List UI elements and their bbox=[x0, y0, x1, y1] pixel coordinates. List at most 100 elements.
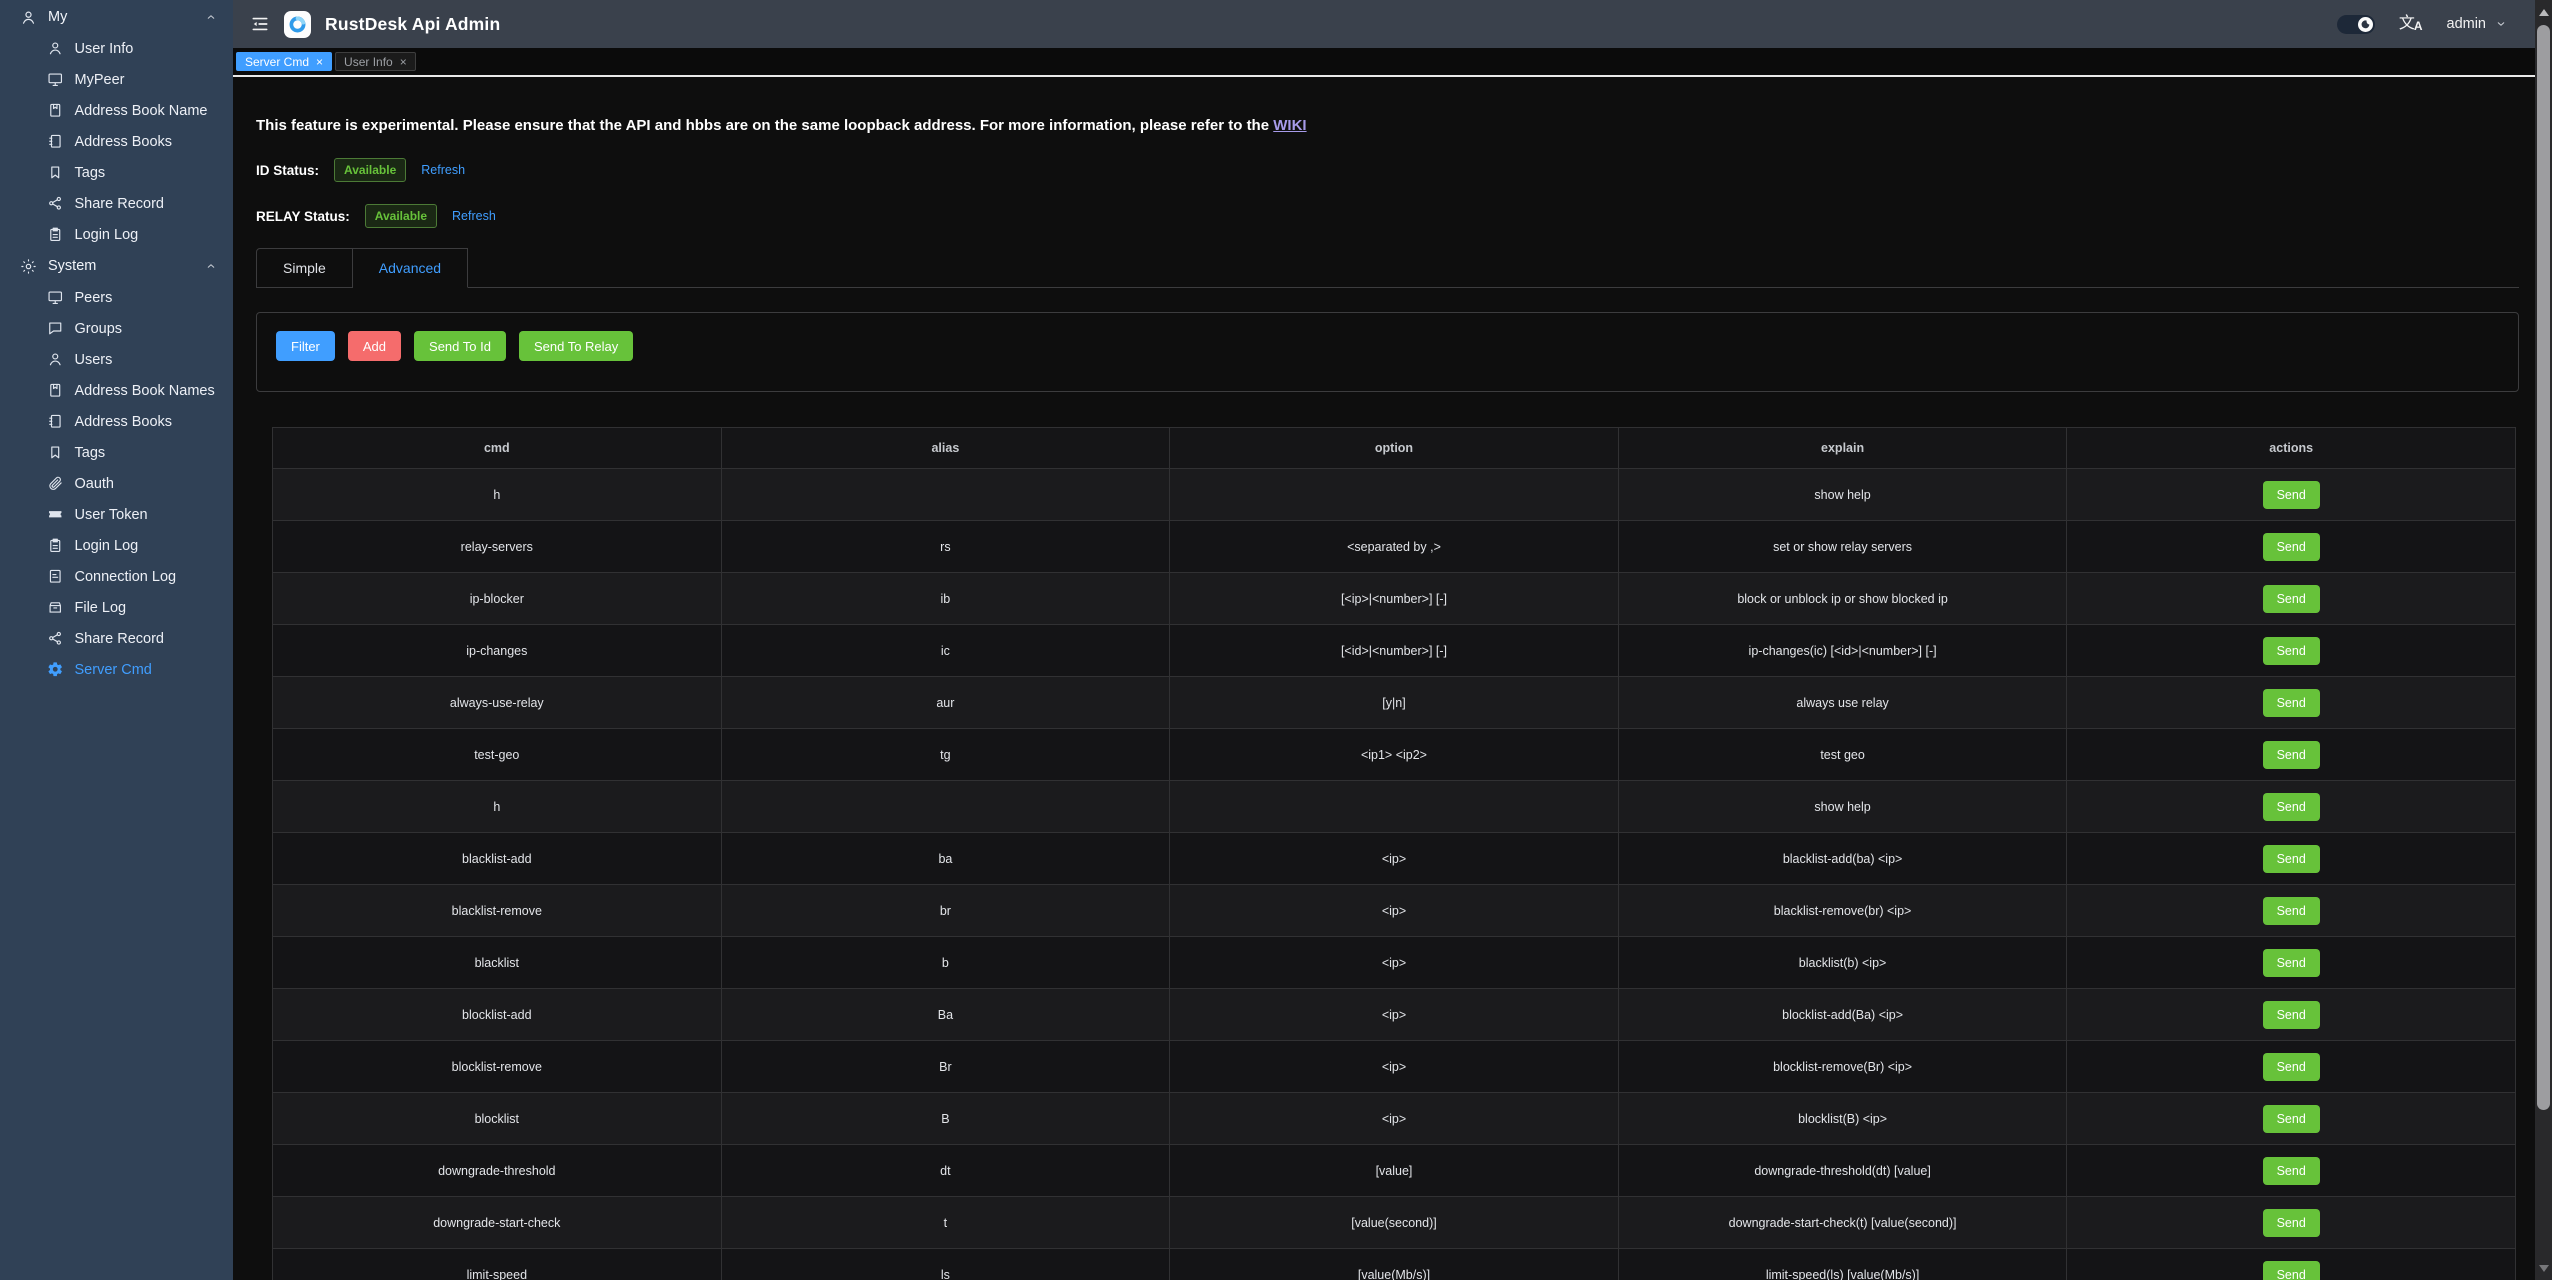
sidebar-item-label: Login Log bbox=[75, 227, 139, 243]
sidebar-item-share-record[interactable]: Share Record bbox=[0, 188, 233, 219]
bookmark-icon bbox=[47, 164, 64, 181]
sidebar-item-user-info[interactable]: User Info bbox=[0, 33, 233, 64]
cell-explain: blacklist-remove(br) <ip> bbox=[1618, 885, 2067, 937]
cell-cmd: h bbox=[273, 469, 722, 521]
table-row: blacklist-addba<ip>blacklist-add(ba) <ip… bbox=[273, 833, 2516, 885]
cell-option: [<id>|<number>] [-] bbox=[1170, 625, 1619, 677]
sidebar-item-tags[interactable]: Tags bbox=[0, 437, 233, 468]
rustdesk-logo-icon bbox=[284, 11, 311, 38]
window-tab-server-cmd[interactable]: Server Cmd× bbox=[236, 52, 332, 71]
sidebar-item-login-log[interactable]: Login Log bbox=[0, 530, 233, 561]
share-icon bbox=[47, 630, 64, 647]
send-to-id-button[interactable]: Send To Id bbox=[414, 331, 506, 361]
cell-explain: show help bbox=[1618, 469, 2067, 521]
sidebar-item-oauth[interactable]: Oauth bbox=[0, 468, 233, 499]
fold-icon[interactable] bbox=[250, 14, 270, 34]
sidebar-item-address-book-name[interactable]: Address Book Name bbox=[0, 95, 233, 126]
cell-explain: block or unblock ip or show blocked ip bbox=[1618, 573, 2067, 625]
user-icon bbox=[47, 351, 64, 368]
cell-actions: Send bbox=[2067, 1145, 2516, 1197]
send-button[interactable]: Send bbox=[2263, 533, 2320, 561]
triangle-up-icon bbox=[2539, 9, 2549, 16]
sidebar-item-peers[interactable]: Peers bbox=[0, 282, 233, 313]
cell-option: [value] bbox=[1170, 1145, 1619, 1197]
scroll-up-button[interactable] bbox=[2535, 4, 2552, 20]
send-button[interactable]: Send bbox=[2263, 481, 2320, 509]
filter-button[interactable]: Filter bbox=[276, 331, 335, 361]
table-row: blacklistb<ip>blacklist(b) <ip>Send bbox=[273, 937, 2516, 989]
sidebar-item-groups[interactable]: Groups bbox=[0, 313, 233, 344]
sidebar-item-label: Connection Log bbox=[75, 569, 177, 585]
send-button[interactable]: Send bbox=[2263, 897, 2320, 925]
column-header-option: option bbox=[1170, 428, 1619, 469]
column-header-explain: explain bbox=[1618, 428, 2067, 469]
close-icon[interactable]: × bbox=[400, 56, 407, 68]
send-button[interactable]: Send bbox=[2263, 585, 2320, 613]
tab-label: User Info bbox=[344, 55, 393, 69]
cell-explain: blocklist(B) <ip> bbox=[1618, 1093, 2067, 1145]
close-icon[interactable]: × bbox=[316, 56, 323, 68]
sidebar-item-mypeer[interactable]: MyPeer bbox=[0, 64, 233, 95]
sidebar-item-label: Users bbox=[75, 352, 113, 368]
send-button[interactable]: Send bbox=[2263, 1053, 2320, 1081]
send-button[interactable]: Send bbox=[2263, 1105, 2320, 1133]
sidebar-item-server-cmd[interactable]: Server Cmd bbox=[0, 654, 233, 685]
main-content: This feature is experimental. Please ens… bbox=[233, 77, 2535, 1280]
cell-explain: blacklist(b) <ip> bbox=[1618, 937, 2067, 989]
sidebar-item-address-book-names[interactable]: Address Book Names bbox=[0, 375, 233, 406]
sidebar: MyUser InfoMyPeerAddress Book NameAddres… bbox=[0, 0, 233, 1280]
tab-simple[interactable]: Simple bbox=[256, 248, 353, 288]
send-button[interactable]: Send bbox=[2263, 845, 2320, 873]
sidebar-item-tags[interactable]: Tags bbox=[0, 157, 233, 188]
send-button[interactable]: Send bbox=[2263, 1157, 2320, 1185]
sidebar-item-address-books[interactable]: Address Books bbox=[0, 406, 233, 437]
send-to-relay-button[interactable]: Send To Relay bbox=[519, 331, 633, 361]
sidebar-item-users[interactable]: Users bbox=[0, 344, 233, 375]
window-tabstrip: Server Cmd× User Info × bbox=[233, 48, 2535, 77]
theme-toggle[interactable] bbox=[2337, 15, 2375, 34]
cell-actions: Send bbox=[2067, 989, 2516, 1041]
sidebar-item-file-log[interactable]: File Log bbox=[0, 592, 233, 623]
cell-alias: Br bbox=[721, 1041, 1170, 1093]
send-button[interactable]: Send bbox=[2263, 1001, 2320, 1029]
user-menu[interactable]: admin bbox=[2447, 16, 2508, 32]
cell-cmd: blacklist bbox=[273, 937, 722, 989]
monitor-icon bbox=[47, 289, 64, 306]
send-button[interactable]: Send bbox=[2263, 949, 2320, 977]
send-button[interactable]: Send bbox=[2263, 1209, 2320, 1237]
column-header-alias: alias bbox=[721, 428, 1170, 469]
mode-tabs: Simple Advanced bbox=[256, 248, 2519, 288]
scrollbar-thumb[interactable] bbox=[2537, 25, 2550, 1110]
cell-option bbox=[1170, 781, 1619, 833]
monitor-icon bbox=[47, 71, 64, 88]
sidebar-item-login-log[interactable]: Login Log bbox=[0, 219, 233, 250]
cell-actions: Send bbox=[2067, 1197, 2516, 1249]
window-tab-user-info[interactable]: User Info × bbox=[335, 52, 416, 71]
vertical-scrollbar[interactable] bbox=[2535, 0, 2552, 1280]
send-button[interactable]: Send bbox=[2263, 689, 2320, 717]
sidebar-section-system[interactable]: System bbox=[0, 250, 233, 282]
sidebar-section-my[interactable]: My bbox=[0, 1, 233, 33]
cell-option: [<ip>|<number>] [-] bbox=[1170, 573, 1619, 625]
send-button[interactable]: Send bbox=[2263, 1261, 2320, 1280]
sidebar-item-label: Share Record bbox=[75, 631, 164, 647]
add-button[interactable]: Add bbox=[348, 331, 401, 361]
id-refresh-link[interactable]: Refresh bbox=[421, 163, 465, 177]
sidebar-item-connection-log[interactable]: Connection Log bbox=[0, 561, 233, 592]
tab-advanced[interactable]: Advanced bbox=[353, 248, 468, 288]
sidebar-item-user-token[interactable]: User Token bbox=[0, 499, 233, 530]
topbar: RustDesk Api Admin 文A admin bbox=[233, 0, 2535, 48]
send-button[interactable]: Send bbox=[2263, 637, 2320, 665]
cell-actions: Send bbox=[2067, 781, 2516, 833]
sidebar-item-label: Login Log bbox=[75, 538, 139, 554]
translate-icon[interactable]: 文A bbox=[2399, 16, 2423, 32]
relay-refresh-link[interactable]: Refresh bbox=[452, 209, 496, 223]
send-button[interactable]: Send bbox=[2263, 793, 2320, 821]
sidebar-item-address-books[interactable]: Address Books bbox=[0, 126, 233, 157]
sidebar-item-label: Address Books bbox=[75, 414, 173, 430]
scroll-down-button[interactable] bbox=[2535, 1260, 2552, 1276]
wiki-link[interactable]: WIKI bbox=[1273, 117, 1306, 134]
sidebar-item-share-record[interactable]: Share Record bbox=[0, 623, 233, 654]
cell-explain: show help bbox=[1618, 781, 2067, 833]
send-button[interactable]: Send bbox=[2263, 741, 2320, 769]
